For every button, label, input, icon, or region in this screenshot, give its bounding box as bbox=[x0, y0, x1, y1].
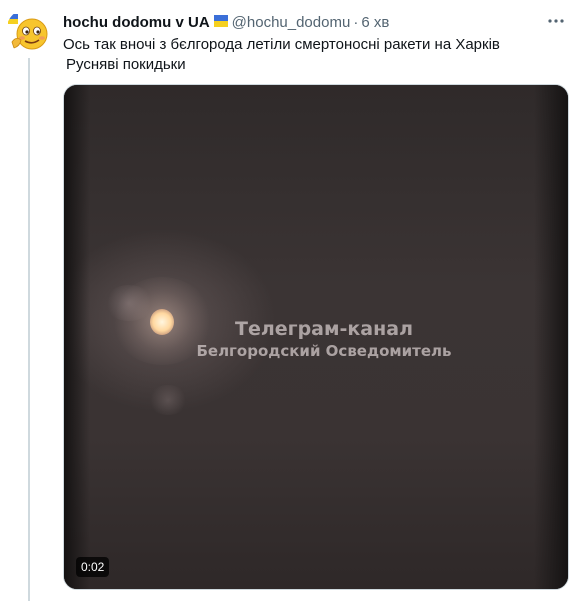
avatar[interactable] bbox=[6, 8, 52, 54]
watermark-title: Телеграм-канал bbox=[235, 318, 413, 340]
thread-line bbox=[28, 58, 30, 601]
tweet[interactable]: hochu dodomu v UA @hochu_dodomu · 6 хв О… bbox=[0, 0, 579, 601]
more-options-icon bbox=[548, 19, 564, 23]
watermark-subtitle: Белгородский Осведомитель bbox=[196, 342, 452, 360]
tweet-text-line2: Русняві покидьки bbox=[66, 56, 186, 73]
smoke-trail bbox=[148, 385, 188, 415]
timestamp[interactable]: 6 хв bbox=[361, 14, 389, 31]
more-options-button[interactable] bbox=[545, 10, 567, 32]
tweet-text-line1: Ось так вночі з бєлгорода летіли смертон… bbox=[63, 36, 500, 53]
tweet-header: hochu dodomu v UA @hochu_dodomu · 6 хв bbox=[63, 12, 539, 32]
user-handle[interactable]: @hochu_dodomu bbox=[232, 14, 351, 31]
video-player[interactable]: Телеграм-канал Белгородский Осведомитель… bbox=[63, 84, 569, 590]
ukraine-flag-icon bbox=[213, 14, 228, 31]
separator-dot: · bbox=[353, 13, 359, 31]
emoji-avatar-icon bbox=[6, 8, 52, 54]
video-duration-badge: 0:02 bbox=[76, 557, 110, 577]
display-name[interactable]: hochu dodomu v UA bbox=[63, 14, 210, 31]
